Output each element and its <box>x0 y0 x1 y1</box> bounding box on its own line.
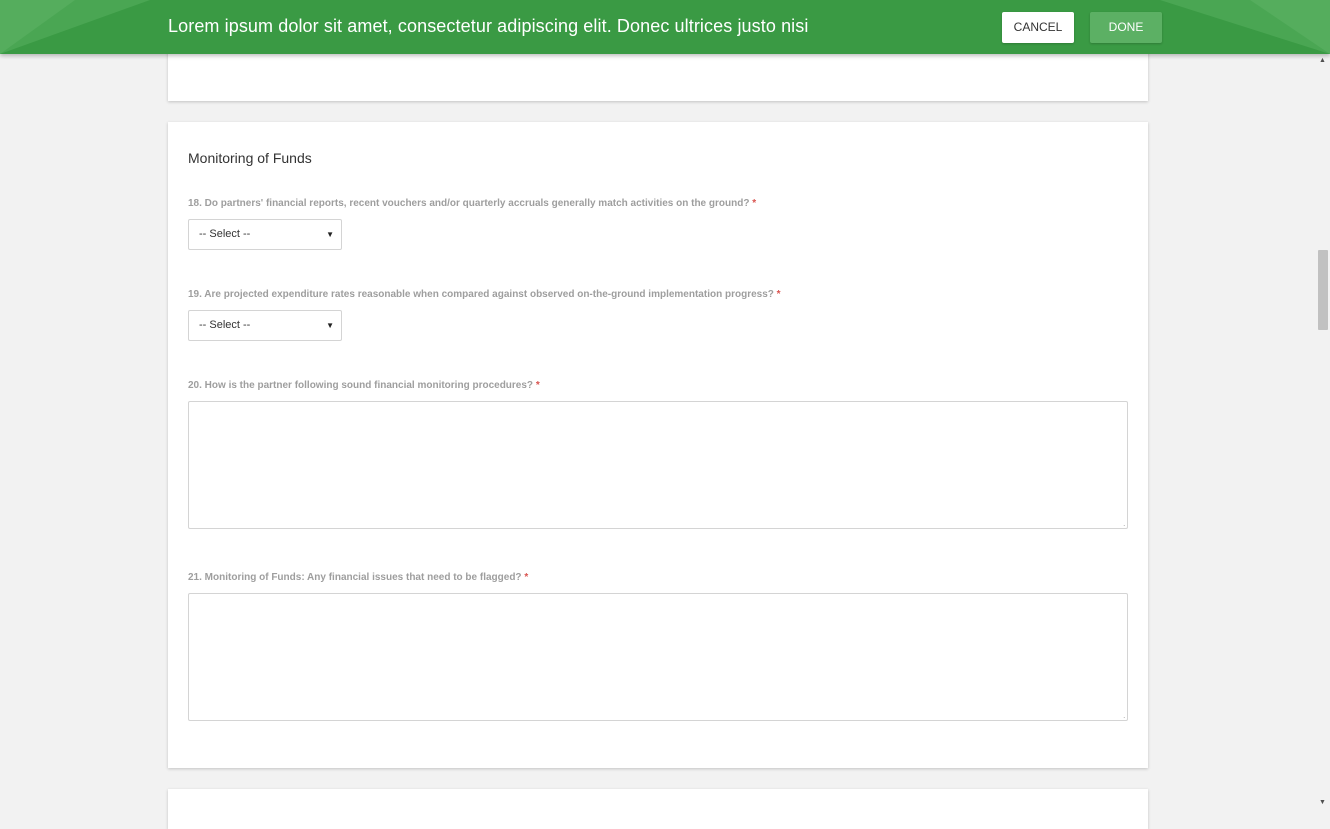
question-19-select-value: -- Select -- <box>199 319 251 331</box>
question-20-label: 20. How is the partner following sound f… <box>188 380 540 391</box>
section-title: Monitoring of Funds <box>188 150 312 166</box>
question-18-select-value: -- Select -- <box>199 228 251 240</box>
header-decoration-left-inner <box>0 0 75 54</box>
question-21-text: 21. Monitoring of Funds: Any financial i… <box>188 572 522 583</box>
question-18-select[interactable]: -- Select -- ▼ <box>188 219 342 250</box>
page-title: Lorem ipsum dolor sit amet, consectetur … <box>168 16 809 36</box>
question-18-label: 18. Do partners' financial reports, rece… <box>188 198 756 209</box>
top-bar: Lorem ipsum dolor sit amet, consectetur … <box>0 0 1330 54</box>
cancel-button[interactable]: CANCEL <box>1002 12 1074 43</box>
question-21-label: 21. Monitoring of Funds: Any financial i… <box>188 572 528 583</box>
header-decoration-right-inner <box>1250 0 1330 54</box>
scroll-down-arrow-icon[interactable]: ▼ <box>1315 796 1330 810</box>
scroll-up-arrow-icon[interactable]: ▲ <box>1315 54 1330 68</box>
required-mark: * <box>776 289 781 300</box>
scrollbar-thumb[interactable] <box>1318 250 1328 330</box>
question-20-textarea[interactable] <box>188 401 1128 529</box>
resize-grip-icon[interactable] <box>1117 518 1125 526</box>
question-20-text: 20. How is the partner following sound f… <box>188 380 534 391</box>
next-section-card <box>168 789 1148 829</box>
required-mark: * <box>535 380 540 391</box>
required-mark: * <box>752 198 757 209</box>
monitoring-of-funds-card: Monitoring of Funds 18. Do partners' fin… <box>168 122 1148 768</box>
question-18-text: 18. Do partners' financial reports, rece… <box>188 198 750 209</box>
done-button[interactable]: DONE <box>1090 12 1162 43</box>
caret-down-icon: ▼ <box>326 321 334 330</box>
caret-down-icon: ▼ <box>326 230 334 239</box>
question-19-label: 19. Are projected expenditure rates reas… <box>188 289 781 300</box>
question-21-textarea[interactable] <box>188 593 1128 721</box>
vertical-scrollbar[interactable]: ▲ ▼ <box>1315 54 1330 810</box>
question-19-text: 19. Are projected expenditure rates reas… <box>188 289 774 300</box>
resize-grip-icon[interactable] <box>1117 710 1125 718</box>
question-19-select[interactable]: -- Select -- ▼ <box>188 310 342 341</box>
required-mark: * <box>524 572 529 583</box>
